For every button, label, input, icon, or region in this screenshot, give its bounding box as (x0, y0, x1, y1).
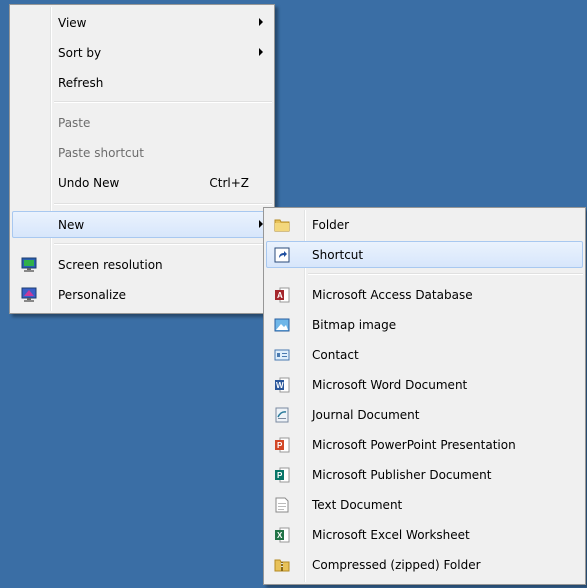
journal-icon (273, 406, 291, 424)
publisher-icon: P (273, 466, 291, 484)
menu-item-label: Paste shortcut (58, 146, 144, 160)
zip-folder-icon (273, 556, 291, 574)
submenu-item-folder[interactable]: Folder (266, 211, 583, 238)
access-icon: A (273, 286, 291, 304)
svg-text:P: P (277, 471, 283, 480)
new-submenu: Folder Shortcut A Microsoft Access Datab… (263, 207, 586, 585)
menu-separator (54, 203, 272, 205)
submenu-item-word[interactable]: W Microsoft Word Document (266, 371, 583, 398)
menu-item-label: Compressed (zipped) Folder (312, 558, 481, 572)
menu-item-label: Sort by (58, 46, 102, 60)
submenu-item-excel[interactable]: X Microsoft Excel Worksheet (266, 521, 583, 548)
svg-text:P: P (277, 441, 283, 450)
excel-icon: X (273, 526, 291, 544)
menu-item-label: Undo New (58, 176, 120, 190)
powerpoint-icon: P (273, 436, 291, 454)
menu-item-label: Personalize (58, 288, 127, 302)
menu-item-paste-shortcut[interactable]: Paste shortcut (12, 139, 272, 166)
menu-item-label: New (58, 218, 85, 232)
menu-item-label: Text Document (312, 498, 403, 512)
menu-item-label: Microsoft PowerPoint Presentation (312, 438, 516, 452)
menu-item-label: Microsoft Publisher Document (312, 468, 492, 482)
submenu-item-powerpoint[interactable]: P Microsoft PowerPoint Presentation (266, 431, 583, 458)
submenu-item-access[interactable]: A Microsoft Access Database (266, 281, 583, 308)
bitmap-icon (273, 316, 291, 334)
submenu-item-bitmap[interactable]: Bitmap image (266, 311, 583, 338)
word-icon: W (273, 376, 291, 394)
menu-item-personalize[interactable]: Personalize (12, 281, 272, 308)
menu-separator (54, 243, 272, 245)
menu-item-label: Paste (58, 116, 91, 130)
menu-item-undo-new[interactable]: Undo New Ctrl+Z (12, 169, 272, 196)
desktop-context-menu: View Sort by Refresh Paste Paste shortcu… (9, 4, 275, 314)
menu-item-label: Microsoft Word Document (312, 378, 468, 392)
menu-item-label: Contact (312, 348, 359, 362)
menu-item-label: Microsoft Excel Worksheet (312, 528, 470, 542)
menu-item-screen-resolution[interactable]: Screen resolution (12, 251, 272, 278)
submenu-item-zip-folder[interactable]: Compressed (zipped) Folder (266, 551, 583, 578)
menu-item-refresh[interactable]: Refresh (12, 69, 272, 96)
menu-item-sort-by[interactable]: Sort by (12, 39, 272, 66)
contact-icon (273, 346, 291, 364)
menu-separator (54, 101, 272, 103)
menu-item-view[interactable]: View (12, 9, 272, 36)
menu-separator (308, 273, 583, 275)
submenu-item-journal[interactable]: Journal Document (266, 401, 583, 428)
submenu-item-shortcut[interactable]: Shortcut (266, 241, 583, 268)
menu-item-label: Shortcut (312, 248, 364, 262)
submenu-item-text-document[interactable]: Text Document (266, 491, 583, 518)
personalize-icon (20, 286, 38, 304)
shortcut-icon (273, 246, 291, 264)
screen-resolution-icon (20, 256, 38, 274)
menu-item-label: Journal Document (312, 408, 420, 422)
submenu-arrow-icon (259, 18, 263, 26)
menu-item-label: Folder (312, 218, 350, 232)
menu-item-new[interactable]: New (12, 211, 272, 238)
svg-text:A: A (277, 291, 283, 300)
svg-text:X: X (277, 531, 283, 540)
text-document-icon (273, 496, 291, 514)
menu-item-label: Microsoft Access Database (312, 288, 473, 302)
submenu-item-publisher[interactable]: P Microsoft Publisher Document (266, 461, 583, 488)
menu-item-label: View (58, 16, 87, 30)
submenu-item-contact[interactable]: Contact (266, 341, 583, 368)
menu-item-label: Screen resolution (58, 258, 163, 272)
folder-icon (273, 216, 291, 234)
menu-item-label: Refresh (58, 76, 104, 90)
svg-text:W: W (276, 381, 284, 390)
submenu-arrow-icon (259, 48, 263, 56)
menu-item-label: Bitmap image (312, 318, 397, 332)
menu-item-paste[interactable]: Paste (12, 109, 272, 136)
menu-item-shortcut: Ctrl+Z (209, 176, 249, 190)
